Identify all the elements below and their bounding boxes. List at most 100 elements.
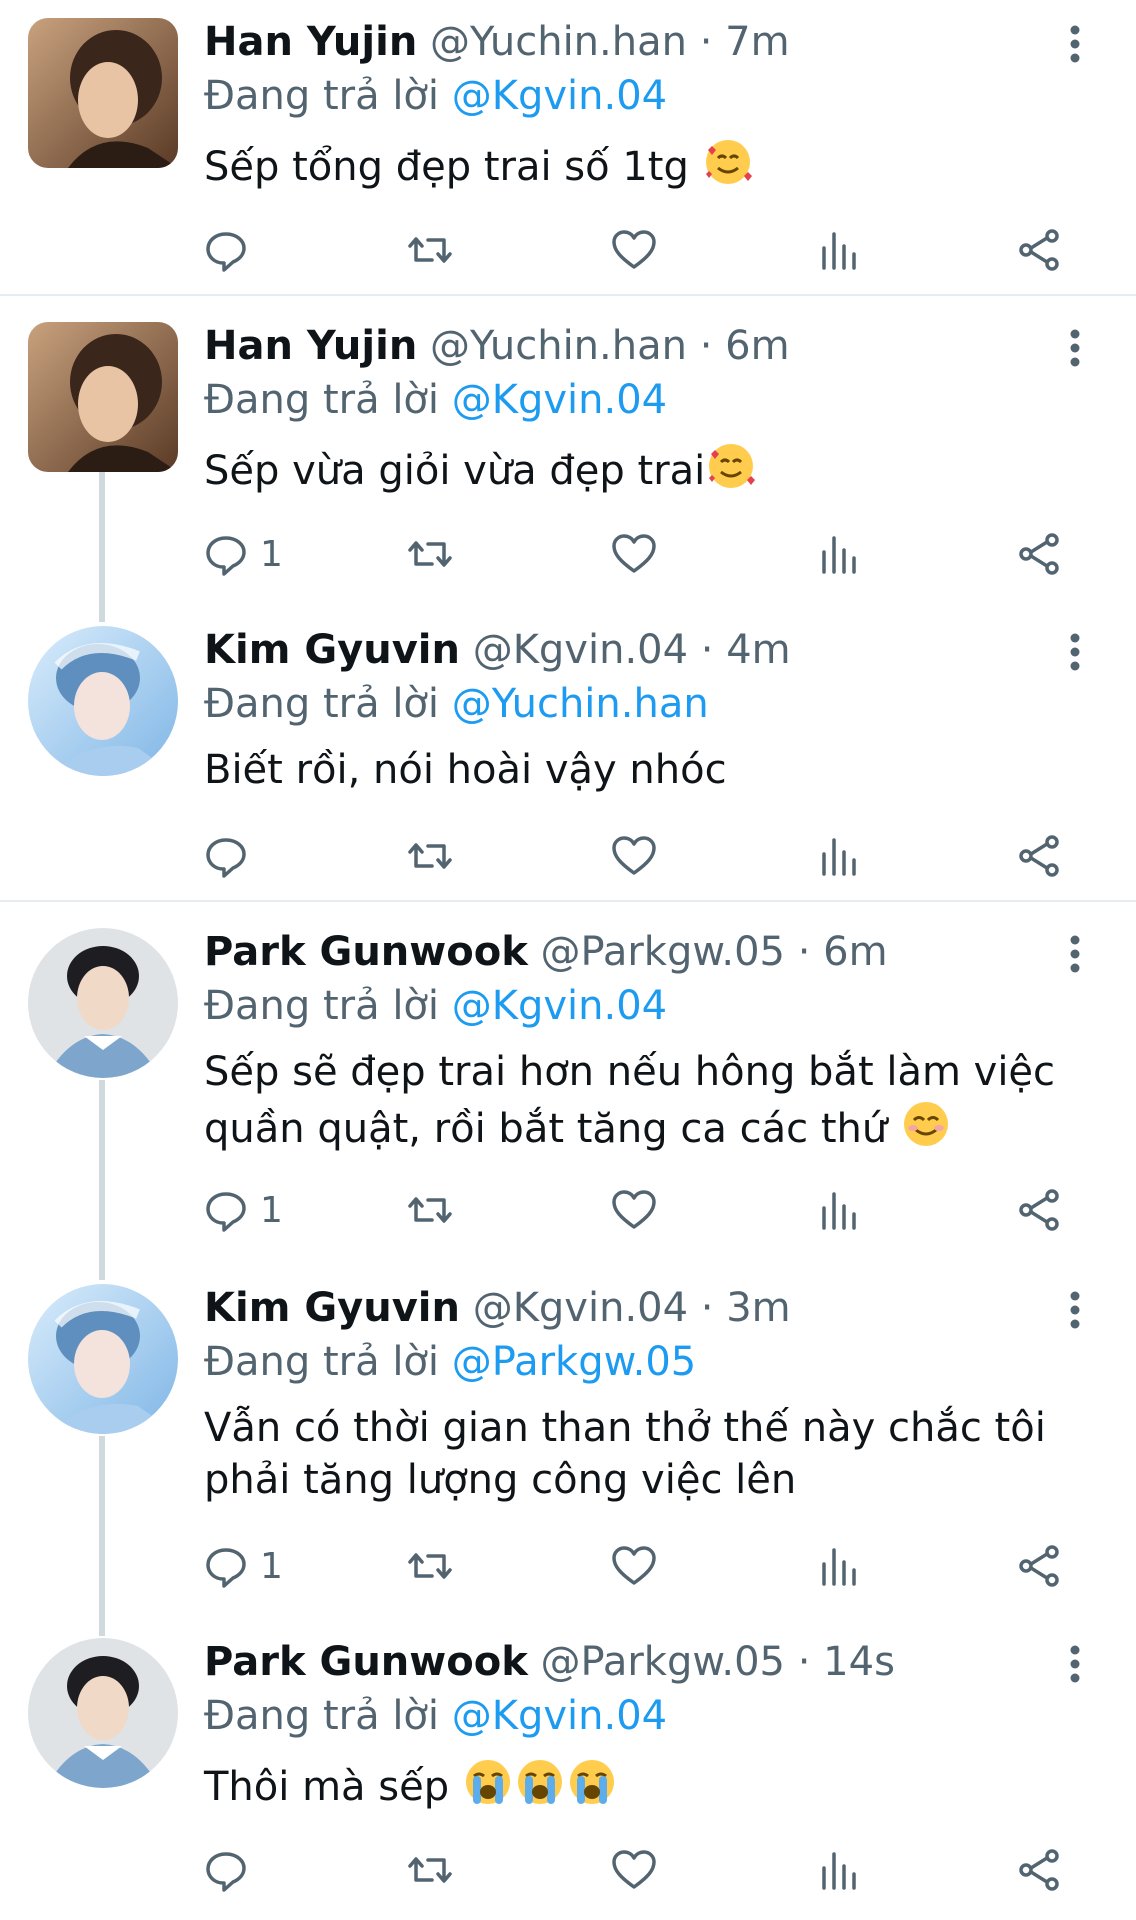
share-button[interactable] xyxy=(1016,1180,1064,1240)
mention-link[interactable]: @Kgvin.04 xyxy=(452,1693,667,1739)
reply-button[interactable] xyxy=(202,1840,250,1900)
analytics-icon xyxy=(822,232,856,270)
timestamp[interactable]: · 3m xyxy=(701,1285,791,1331)
avatar[interactable] xyxy=(28,626,178,776)
tweet-text: Sếp sẽ đẹp trai hơn nếu hông bắt làm việ… xyxy=(204,1046,1055,1155)
han-yujin-avatar-image xyxy=(28,18,178,168)
timestamp[interactable]: · 6m xyxy=(798,929,888,975)
retweet-button[interactable] xyxy=(406,1180,454,1240)
share-button[interactable] xyxy=(1016,220,1064,280)
more-options-icon[interactable] xyxy=(1058,934,1092,974)
retweet-icon xyxy=(408,237,452,263)
park-gunwook-avatar-image xyxy=(28,928,178,1078)
tweet[interactable]: Kim Gyuvin @Kgvin.04 · 4m Đang trả lời @… xyxy=(0,608,1136,898)
author-handle[interactable]: @Parkgw.05 xyxy=(541,1639,786,1685)
retweet-button[interactable] xyxy=(406,826,454,886)
like-button[interactable] xyxy=(610,1840,658,1900)
more-options-icon[interactable] xyxy=(1058,1644,1092,1684)
like-button[interactable] xyxy=(610,220,658,280)
author-name[interactable]: Kim Gyuvin xyxy=(204,1285,460,1331)
author-name[interactable]: Kim Gyuvin xyxy=(204,627,460,673)
author-name[interactable]: Park Gunwook xyxy=(204,1639,528,1685)
reply-button[interactable]: 1 xyxy=(202,1180,283,1240)
analytics-button[interactable] xyxy=(814,220,862,280)
analytics-button[interactable] xyxy=(814,826,862,886)
avatar[interactable] xyxy=(28,928,178,1078)
timestamp[interactable]: · 4m xyxy=(701,627,791,673)
author-name[interactable]: Han Yujin xyxy=(204,323,417,369)
loudly-crying-face-icon xyxy=(566,1756,618,1808)
reply-icon xyxy=(206,1192,246,1232)
timestamp[interactable]: · 6m xyxy=(700,323,790,369)
avatar[interactable] xyxy=(28,322,178,472)
more-options-icon[interactable] xyxy=(1058,1290,1092,1330)
replying-to: Đang trả lời @Kgvin.04 xyxy=(204,70,667,122)
replying-to: Đang trả lời @Yuchin.han xyxy=(204,678,709,730)
tweet[interactable]: Kim Gyuvin @Kgvin.04 · 3m Đang trả lời @… xyxy=(0,1266,1136,1620)
mention-link[interactable]: @Yuchin.han xyxy=(452,681,709,727)
more-options-icon[interactable] xyxy=(1058,632,1092,672)
tweet-actions: 1 xyxy=(0,1536,1136,1596)
retweet-button[interactable] xyxy=(406,1536,454,1596)
share-button[interactable] xyxy=(1016,524,1064,584)
author-handle[interactable]: @Kgvin.04 xyxy=(473,1285,688,1331)
mention-link[interactable]: @Parkgw.05 xyxy=(452,1339,697,1385)
reply-button[interactable]: 1 xyxy=(202,1536,283,1596)
share-button[interactable] xyxy=(1016,1840,1064,1900)
tweet[interactable]: Park Gunwook @Parkgw.05 · 6m Đang trả lờ… xyxy=(0,910,1136,1260)
tweet-header: Han Yujin @Yuchin.han · 6m xyxy=(204,320,790,372)
like-icon xyxy=(612,1850,656,1889)
like-button[interactable] xyxy=(610,524,658,584)
tweet[interactable]: Han Yujin @Yuchin.han · 7m Đang trả lời … xyxy=(0,0,1136,294)
tweet-text: Sếp vừa giỏi vừa đẹp trai xyxy=(204,440,757,497)
reply-button[interactable] xyxy=(202,220,250,280)
kim-gyuvin-avatar-image xyxy=(28,1284,178,1434)
analytics-button[interactable] xyxy=(814,1536,862,1596)
tweet-header: Kim Gyuvin @Kgvin.04 · 4m xyxy=(204,624,791,676)
author-name[interactable]: Han Yujin xyxy=(204,19,417,65)
more-options-icon[interactable] xyxy=(1058,328,1092,368)
reply-button[interactable] xyxy=(202,826,250,886)
retweet-button[interactable] xyxy=(406,1840,454,1900)
retweet-button[interactable] xyxy=(406,524,454,584)
share-button[interactable] xyxy=(1016,1536,1064,1596)
author-name[interactable]: Park Gunwook xyxy=(204,929,528,975)
tweet-header: Park Gunwook @Parkgw.05 · 14s xyxy=(204,1636,895,1688)
kim-gyuvin-avatar-image xyxy=(28,626,178,776)
author-handle[interactable]: @Kgvin.04 xyxy=(473,627,688,673)
tweet-text: Thôi mà sếp xyxy=(204,1756,618,1813)
share-icon xyxy=(1019,835,1059,877)
mention-link[interactable]: @Kgvin.04 xyxy=(452,377,667,423)
mention-link[interactable]: @Kgvin.04 xyxy=(452,73,667,119)
like-button[interactable] xyxy=(610,1180,658,1240)
analytics-button[interactable] xyxy=(814,1840,862,1900)
like-button[interactable] xyxy=(610,1536,658,1596)
author-handle[interactable]: @Yuchin.han xyxy=(430,19,687,65)
like-button[interactable] xyxy=(610,826,658,886)
retweet-icon xyxy=(408,1197,452,1223)
author-handle[interactable]: @Parkgw.05 xyxy=(541,929,786,975)
avatar[interactable] xyxy=(28,1638,178,1788)
replying-to: Đang trả lời @Kgvin.04 xyxy=(204,374,667,426)
reply-prefix: Đang trả lời xyxy=(204,1339,440,1385)
analytics-button[interactable] xyxy=(814,524,862,584)
tweet-header: Han Yujin @Yuchin.han · 7m xyxy=(204,16,790,68)
share-button[interactable] xyxy=(1016,826,1064,886)
avatar[interactable] xyxy=(28,1284,178,1434)
retweet-button[interactable] xyxy=(406,220,454,280)
han-yujin-avatar-image xyxy=(28,322,178,472)
more-options-icon[interactable] xyxy=(1058,24,1092,64)
mention-link[interactable]: @Kgvin.04 xyxy=(452,983,667,1029)
author-handle[interactable]: @Yuchin.han xyxy=(430,323,687,369)
reply-button[interactable]: 1 xyxy=(202,524,283,584)
reply-icon xyxy=(206,536,246,576)
timestamp[interactable]: · 7m xyxy=(700,19,790,65)
tweet[interactable]: Park Gunwook @Parkgw.05 · 14s Đang trả l… xyxy=(0,1620,1136,1920)
analytics-button[interactable] xyxy=(814,1180,862,1240)
share-icon xyxy=(1019,1189,1059,1231)
tweet[interactable]: Han Yujin @Yuchin.han · 6m Đang trả lời … xyxy=(0,304,1136,604)
reply-count: 1 xyxy=(260,1545,283,1587)
replying-to: Đang trả lời @Parkgw.05 xyxy=(204,1336,696,1388)
avatar[interactable] xyxy=(28,18,178,168)
timestamp[interactable]: · 14s xyxy=(798,1639,895,1685)
